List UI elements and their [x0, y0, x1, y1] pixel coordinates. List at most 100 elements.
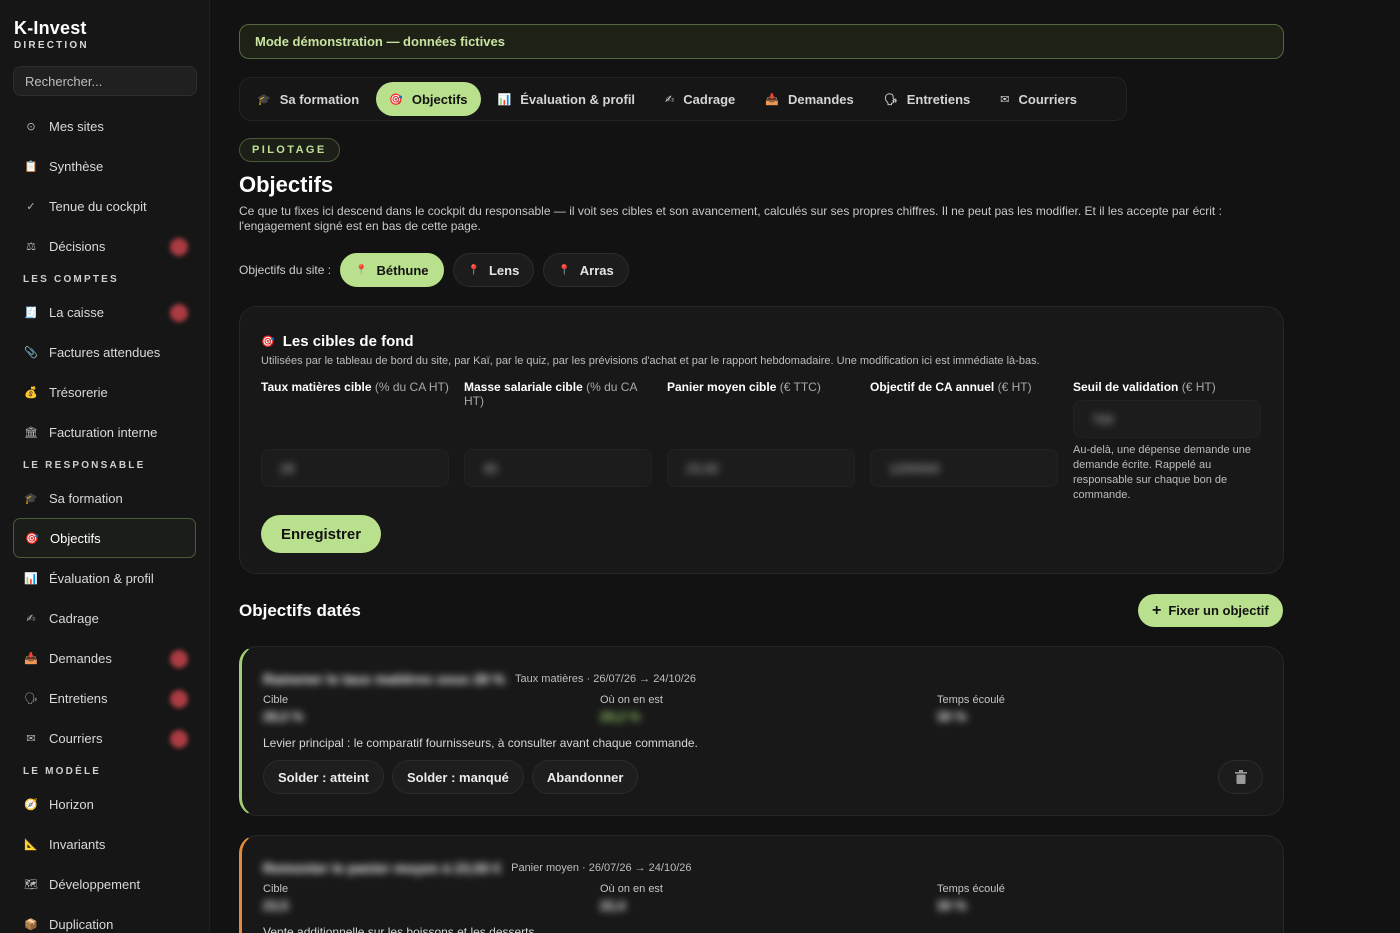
inbox-icon: 📥: [24, 652, 38, 665]
add-objective-button[interactable]: + Fixer un objectif: [1138, 594, 1283, 627]
stat-value: 29,2 %: [600, 709, 641, 724]
add-objective-label: Fixer un objectif: [1168, 603, 1269, 618]
tab-cadrage[interactable]: ✍ Cadrage: [652, 82, 748, 116]
notification-badge: [170, 730, 188, 748]
stat-label: Cible: [263, 883, 289, 895]
sidebar-item-label: Tenue du cockpit: [49, 198, 147, 214]
sidebar-item-synthese[interactable]: 📋 Synthèse: [13, 146, 196, 186]
sidebar-item-entretiens[interactable]: 🗣 Entretiens: [13, 678, 196, 718]
stat-label: Cible: [263, 694, 289, 706]
masse-salariale-input[interactable]: 30: [464, 449, 652, 487]
sidebar-item-facturation-interne[interactable]: 🏛 Facturation interne: [13, 412, 196, 452]
sidebar-item-duplication[interactable]: 📦 Duplication: [13, 904, 196, 933]
check-icon: ✓: [26, 200, 36, 213]
sidebar-item-factures-attendues[interactable]: 📎 Factures attendues: [13, 332, 196, 372]
field-label-text: Taux matières cible: [261, 380, 372, 394]
objective-meta: Taux matières · 26/07/26 → 24/10/26: [515, 673, 697, 685]
site-chip-arras[interactable]: 📍 Arras: [543, 253, 629, 287]
tab-objectifs[interactable]: 🎯 Objectifs: [376, 82, 481, 116]
objectif-ca-input[interactable]: 1200000: [870, 449, 1058, 487]
section-pill: PILOTAGE: [239, 138, 340, 162]
objective-card: Remonter le panier moyen à 23,50 € Panie…: [239, 835, 1284, 933]
site-chip-label: Lens: [488, 262, 520, 278]
search-input[interactable]: [13, 66, 197, 96]
abandon-button[interactable]: Abandonner: [531, 760, 639, 794]
tab-courriers[interactable]: ✉ Courriers: [987, 82, 1090, 116]
sidebar-item-label: Duplication: [49, 916, 114, 932]
sidebar-item-tresorerie[interactable]: 💰 Trésorerie: [13, 372, 196, 412]
field-label: Seuil de validation (€ HT): [1073, 380, 1263, 394]
section-les-comptes: LES COMPTES: [23, 274, 119, 285]
sidebar-item-mes-sites[interactable]: ⊙ Mes sites: [13, 106, 196, 146]
site-chip-lens[interactable]: 📍 Lens: [452, 253, 535, 287]
sidebar-item-invariants[interactable]: 📐 Invariants: [13, 824, 196, 864]
sidebar-item-la-caisse[interactable]: 🧾 La caisse: [13, 292, 196, 332]
sidebar-item-label: Synthèse: [49, 158, 104, 174]
tab-evaluation-profil[interactable]: 📊 Évaluation & profil: [485, 82, 649, 116]
receipt-icon: 🧾: [24, 306, 38, 319]
field-label: Taux matières cible (% du CA HT): [261, 380, 451, 394]
site-chip-bethune[interactable]: 📍 Béthune: [340, 253, 444, 287]
site-selector-label: Objectifs du site :: [239, 263, 332, 277]
sidebar-item-evaluation-profil[interactable]: 📊 Évaluation & profil: [13, 558, 196, 598]
notification-badge: [170, 304, 188, 322]
stat-value: 23,5: [263, 898, 289, 913]
objective-meta: Panier moyen · 26/07/26 → 24/10/26: [511, 862, 692, 874]
sidebar-item-demandes[interactable]: 📥 Demandes: [13, 638, 196, 678]
taux-matieres-input[interactable]: 28: [261, 449, 449, 487]
graduation-cap-icon: 🎓: [257, 93, 271, 106]
tab-demandes[interactable]: 📥 Demandes: [752, 82, 866, 116]
sidebar-item-decisions[interactable]: ⚖ Décisions: [13, 226, 196, 266]
section-le-modele: LE MODÈLE: [23, 766, 102, 777]
field-label: Panier moyen cible (€ TTC): [667, 380, 857, 394]
notification-badge: [170, 650, 188, 668]
sidebar-item-cadrage[interactable]: ✍ Cadrage: [13, 598, 196, 638]
stat-value: 22,4: [600, 898, 626, 913]
notification-badge: [170, 238, 188, 256]
targets-card: 🎯 Les cibles de fond Utilisées par le tab…: [239, 306, 1284, 574]
field-seuil-validation: Seuil de validation (€ HT) 700 Au-delà, …: [1073, 380, 1263, 501]
seuil-validation-input[interactable]: 700: [1073, 400, 1261, 438]
objective-current: Où on en est 22,4: [600, 883, 663, 913]
envelope-icon: ✉: [26, 732, 36, 745]
stat-label: Où on en est: [600, 883, 663, 895]
save-button[interactable]: Enregistrer: [261, 515, 382, 553]
field-value: 1200000: [889, 460, 940, 476]
stat-value: 30 %: [937, 709, 967, 724]
sidebar-item-developpement[interactable]: 🗺 Développement: [13, 864, 196, 904]
dart-target-icon: 🎯: [389, 93, 403, 106]
sidebar-item-objectifs[interactable]: 🎯 Objectifs: [13, 518, 196, 558]
sidebar-item-courriers[interactable]: ✉ Courriers: [13, 718, 196, 758]
objective-current: Où on en est 29,2 %: [600, 694, 663, 724]
delete-button[interactable]: [1218, 760, 1263, 794]
field-label: Masse salariale cible (% du CA HT): [464, 380, 654, 408]
close-missed-button[interactable]: Solder : manqué: [392, 760, 524, 794]
scales-icon: ⚖: [26, 240, 36, 253]
field-unit: (% du CA HT): [374, 380, 449, 394]
sidebar-item-horizon[interactable]: 🧭 Horizon: [13, 784, 196, 824]
sidebar: K-Invest DIRECTION ⊙ Mes sites 📋 Synthèse …: [0, 0, 210, 933]
objective-name: Ramener le taux matières sous 28 %: [263, 671, 506, 687]
sidebar-item-sa-formation[interactable]: 🎓 Sa formation: [13, 478, 196, 518]
field-value: 28: [280, 460, 295, 476]
stat-label: Temps écoulé: [937, 883, 1005, 895]
envelope-icon: ✉: [1000, 93, 1010, 106]
close-achieved-button[interactable]: Solder : atteint: [263, 760, 385, 794]
sidebar-nav: ⊙ Mes sites 📋 Synthèse ✓ Tenue du cockpit ⚖…: [0, 106, 209, 933]
dart-target-icon: 🎯: [25, 532, 39, 545]
objective-elapsed: Temps écoulé 30 %: [937, 883, 1005, 913]
sidebar-item-tenue-du-cockpit[interactable]: ✓ Tenue du cockpit: [13, 186, 196, 226]
tab-sa-formation[interactable]: 🎓 Sa formation: [244, 82, 372, 116]
paperclip-icon: 📎: [24, 346, 38, 359]
bar-chart-icon: 📊: [24, 572, 38, 585]
field-label: Objectif de CA annuel (€ HT): [870, 380, 1060, 394]
objective-card: Ramener le taux matières sous 28 % Taux …: [239, 646, 1284, 816]
dart-target-icon: 🎯: [261, 336, 275, 348]
plus-icon: +: [1152, 601, 1162, 619]
tab-entretiens[interactable]: 🗣 Entretiens: [871, 82, 984, 116]
panier-moyen-input[interactable]: 23,50: [667, 449, 855, 487]
triangle-ruler-icon: 📐: [24, 838, 38, 851]
objective-target: Cible 23,5: [263, 883, 288, 913]
field-label-text: Seuil de validation: [1073, 380, 1179, 394]
sidebar-item-label: Entretiens: [49, 690, 108, 706]
